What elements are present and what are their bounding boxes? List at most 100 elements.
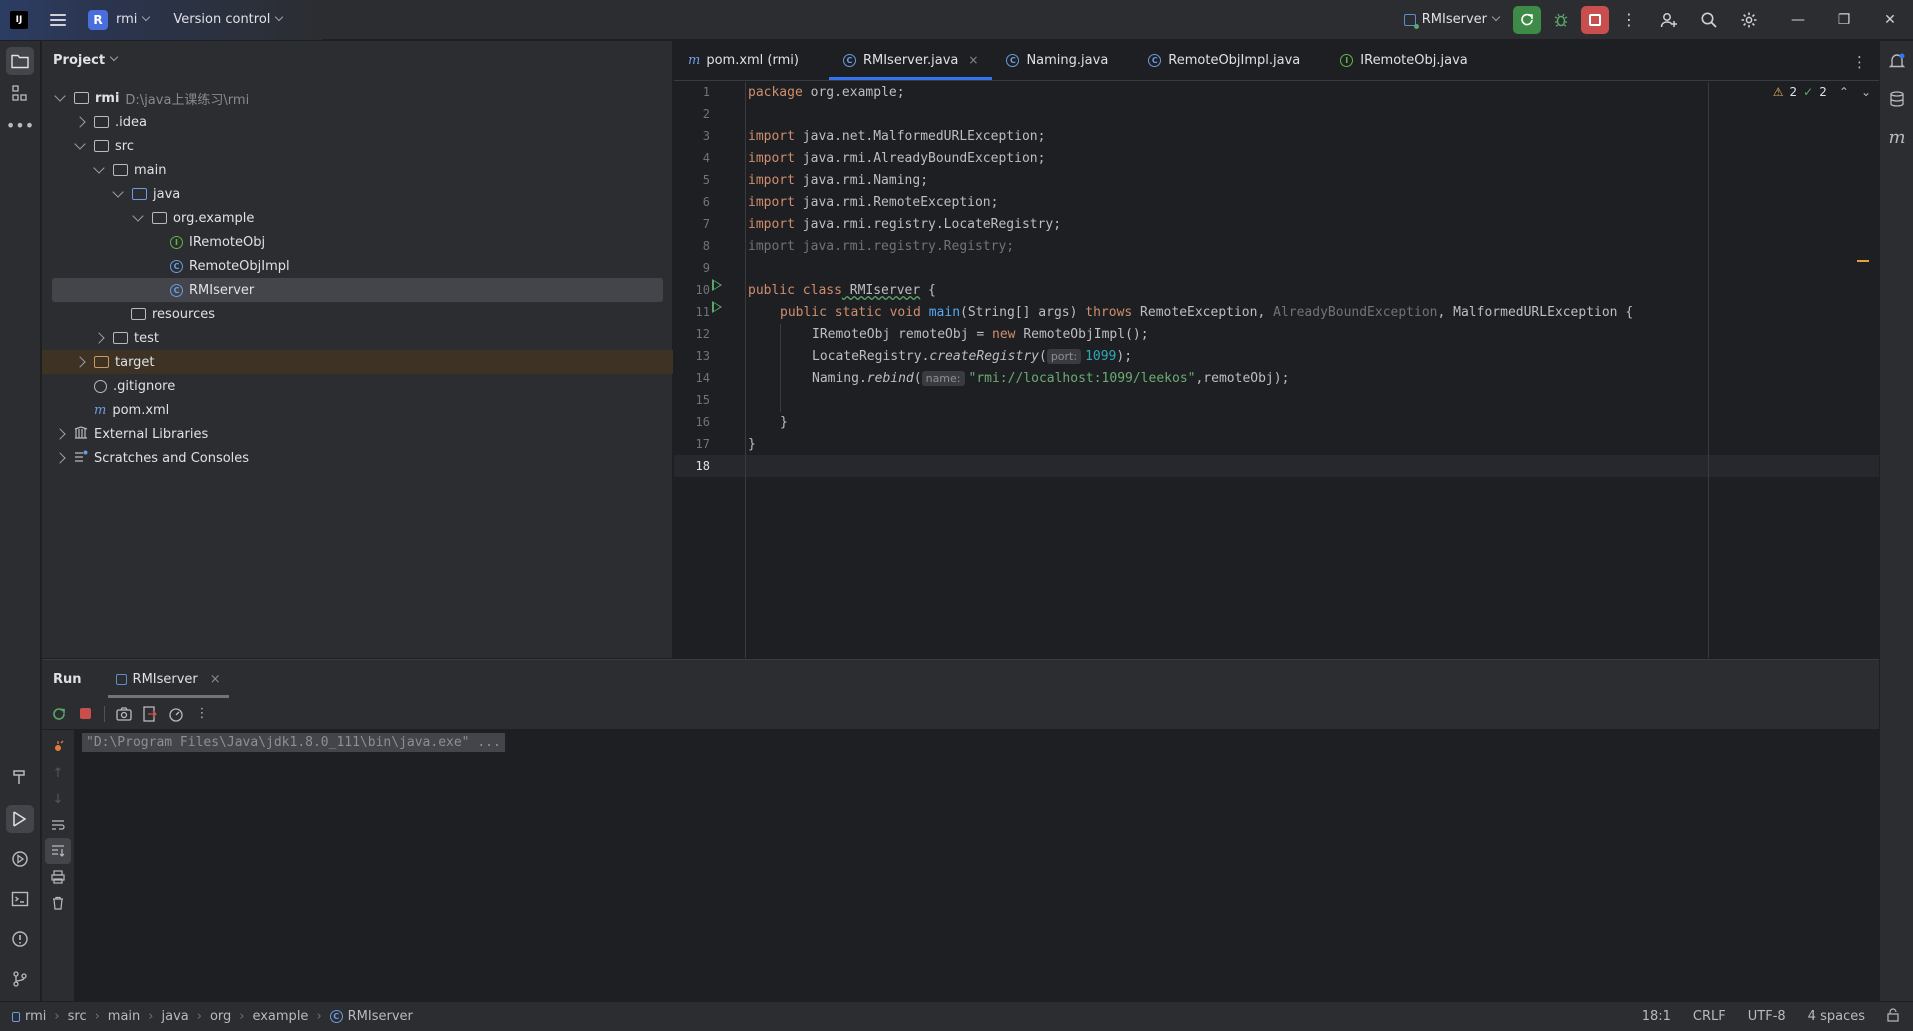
close-window-button[interactable]: ✕ bbox=[1867, 0, 1913, 40]
chevron-down-icon[interactable] bbox=[93, 162, 105, 174]
main-menu-icon[interactable] bbox=[50, 13, 66, 26]
module-path: D:\java上课练习\rmi bbox=[125, 92, 250, 108]
chevron-down-icon bbox=[109, 52, 119, 62]
rerun-icon[interactable] bbox=[46, 701, 72, 727]
caret-position[interactable]: 18:1 bbox=[1642, 1009, 1671, 1024]
minimize-button[interactable]: — bbox=[1775, 0, 1821, 40]
tree-item-main[interactable]: main bbox=[42, 158, 673, 182]
tree-item-external-libraries[interactable]: External Libraries bbox=[42, 422, 673, 446]
line-separator[interactable]: CRLF bbox=[1693, 1009, 1726, 1024]
tab-remoteobjimpl-java[interactable]: C RemoteObjImpl.java bbox=[1134, 40, 1314, 80]
run-configuration-selector[interactable]: RMIserver bbox=[1403, 12, 1501, 29]
intellij-logo-icon[interactable]: IJ bbox=[10, 10, 28, 29]
tree-item-rmiserver[interactable]: C RMIserver bbox=[52, 278, 663, 302]
breadcrumb-item[interactable]: RMIserver bbox=[348, 1009, 413, 1024]
breadcrumb-item[interactable]: rmi bbox=[25, 1009, 46, 1024]
read-only-lock-icon[interactable] bbox=[1887, 1007, 1899, 1026]
debug-attach-icon[interactable] bbox=[45, 734, 71, 760]
notifications-bell-icon[interactable] bbox=[1883, 47, 1911, 75]
problems-tool-icon[interactable] bbox=[6, 925, 34, 953]
stop-button[interactable] bbox=[1581, 5, 1609, 34]
terminal-tool-icon[interactable] bbox=[6, 885, 34, 913]
trash-icon[interactable] bbox=[45, 890, 71, 916]
more-actions-icon[interactable]: ⋮ bbox=[1615, 6, 1643, 34]
print-icon[interactable] bbox=[45, 864, 71, 890]
run-tool-icon[interactable] bbox=[6, 805, 34, 833]
breadcrumb-item[interactable]: org bbox=[210, 1009, 231, 1024]
scroll-to-end-icon[interactable] bbox=[45, 838, 71, 864]
chevron-down-icon[interactable] bbox=[112, 186, 124, 198]
editor-tabs: m pom.xml (rmi) C RMIserver.java × C Naming.… bbox=[674, 41, 1879, 81]
chevron-down-icon[interactable] bbox=[54, 90, 66, 102]
tree-item-resources[interactable]: resources bbox=[42, 302, 673, 326]
add-user-icon[interactable] bbox=[1655, 6, 1683, 34]
stop-icon[interactable] bbox=[72, 701, 98, 727]
close-run-tab-icon[interactable]: × bbox=[210, 672, 221, 687]
scroll-up-icon[interactable]: ↑ bbox=[45, 760, 71, 786]
database-tool-icon[interactable] bbox=[1883, 85, 1911, 113]
chevron-right-icon[interactable] bbox=[74, 356, 86, 368]
soft-wrap-icon[interactable] bbox=[45, 812, 71, 838]
chevron-down-icon[interactable] bbox=[74, 138, 86, 150]
run-gutter-icon[interactable] bbox=[712, 279, 722, 291]
line-number: 14 bbox=[695, 371, 710, 385]
tab-label: IRemoteObj.java bbox=[1360, 52, 1468, 68]
tree-item-scratches[interactable]: Scratches and Consoles bbox=[42, 446, 673, 470]
tab-iremoteobj-java[interactable]: I IRemoteObj.java bbox=[1326, 40, 1481, 80]
tree-item-src[interactable]: src bbox=[42, 134, 673, 158]
more-tools-icon[interactable]: ••• bbox=[6, 111, 34, 139]
run-gutter-icon[interactable] bbox=[712, 301, 722, 313]
indent-setting[interactable]: 4 spaces bbox=[1808, 1009, 1865, 1024]
project-tool-icon[interactable] bbox=[6, 47, 34, 75]
git-tool-icon[interactable] bbox=[6, 965, 34, 993]
structure-tool-icon[interactable] bbox=[6, 79, 34, 107]
rerun-button[interactable] bbox=[1513, 5, 1541, 34]
tab-rmiserver-java[interactable]: C RMIserver.java × bbox=[828, 40, 993, 80]
tree-item-label: IRemoteObj bbox=[189, 234, 266, 250]
debug-button[interactable] bbox=[1547, 6, 1575, 34]
file-encoding[interactable]: UTF-8 bbox=[1748, 1009, 1786, 1024]
console-output[interactable]: "D:\Program Files\Java\jdk1.8.0_111\bin\… bbox=[82, 733, 505, 752]
restore-button[interactable]: ❐ bbox=[1821, 0, 1867, 40]
breadcrumb-item[interactable]: java bbox=[161, 1009, 188, 1024]
search-icon[interactable] bbox=[1695, 6, 1723, 34]
tree-item-java[interactable]: java bbox=[42, 182, 673, 206]
project-badge[interactable]: R bbox=[88, 9, 108, 30]
breadcrumb-item[interactable]: src bbox=[68, 1009, 87, 1024]
profiler-icon[interactable] bbox=[163, 701, 189, 727]
project-panel-header[interactable]: Project bbox=[42, 41, 672, 79]
maven-tool-icon[interactable]: m bbox=[1883, 123, 1911, 151]
chevron-down-icon[interactable] bbox=[132, 210, 144, 222]
chevron-right-icon[interactable] bbox=[74, 116, 86, 128]
more-options-icon[interactable]: ⋮ bbox=[189, 701, 215, 727]
tree-item-idea[interactable]: .idea bbox=[42, 110, 673, 134]
camera-icon[interactable] bbox=[111, 701, 137, 727]
breadcrumb-item[interactable]: example bbox=[252, 1009, 308, 1024]
tab-options-icon[interactable]: ⋮ bbox=[1852, 53, 1867, 71]
tree-item-target[interactable]: target bbox=[42, 350, 673, 374]
scroll-down-icon[interactable]: ↓ bbox=[45, 786, 71, 812]
settings-gear-icon[interactable] bbox=[1735, 6, 1763, 34]
toolbar-divider bbox=[104, 705, 105, 722]
breadcrumb-item[interactable]: main bbox=[108, 1009, 140, 1024]
tab-pom-xml[interactable]: m pom.xml (rmi) bbox=[674, 40, 813, 80]
tree-item-iremoteobj[interactable]: I IRemoteObj bbox=[42, 230, 673, 254]
close-tab-icon[interactable]: × bbox=[968, 53, 978, 67]
project-switcher[interactable]: rmi bbox=[116, 12, 151, 27]
tree-item-gitignore[interactable]: .gitignore bbox=[42, 374, 673, 398]
chevron-right-icon[interactable] bbox=[54, 452, 66, 464]
tree-item-rmi[interactable]: rmi D:\java上课练习\rmi bbox=[42, 86, 673, 110]
build-tool-icon[interactable] bbox=[6, 763, 34, 791]
exit-icon[interactable] bbox=[137, 701, 163, 727]
tree-item-remoteobjimpl[interactable]: C RemoteObjImpl bbox=[42, 254, 673, 278]
tab-naming-java[interactable]: C Naming.java bbox=[992, 40, 1122, 80]
tree-item-org-example[interactable]: org.example bbox=[42, 206, 673, 230]
tree-item-test[interactable]: test bbox=[42, 326, 673, 350]
services-tool-icon[interactable] bbox=[6, 845, 34, 873]
tree-item-pom[interactable]: m pom.xml bbox=[42, 398, 673, 422]
version-control-menu[interactable]: Version control bbox=[173, 12, 284, 27]
chevron-right-icon[interactable] bbox=[54, 428, 66, 440]
run-tab-rmiserver[interactable]: RMIserver × bbox=[107, 660, 229, 698]
code-area[interactable]: package org.example; import java.net.Mal… bbox=[748, 82, 1879, 658]
chevron-right-icon[interactable] bbox=[93, 332, 105, 344]
